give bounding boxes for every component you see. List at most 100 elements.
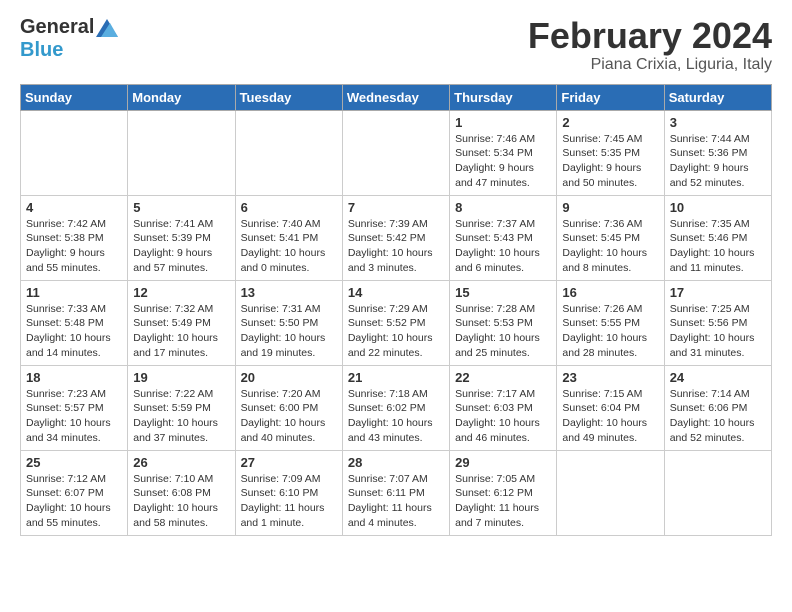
header-saturday: Saturday <box>664 84 771 110</box>
day-cell: 2 Sunrise: 7:45 AMSunset: 5:35 PMDaylight… <box>557 110 664 195</box>
day-cell: 4 Sunrise: 7:42 AMSunset: 5:38 PMDaylight… <box>21 195 128 280</box>
day-number: 10 <box>670 200 766 215</box>
day-info: Sunrise: 7:46 AMSunset: 5:34 PMDaylight:… <box>455 132 551 191</box>
day-number: 26 <box>133 455 229 470</box>
calendar-subtitle: Piana Crixia, Liguria, Italy <box>528 56 772 74</box>
week-row-1: 4 Sunrise: 7:42 AMSunset: 5:38 PMDaylight… <box>21 195 772 280</box>
day-cell: 14 Sunrise: 7:29 AMSunset: 5:52 PMDayligh… <box>342 280 449 365</box>
day-info: Sunrise: 7:20 AMSunset: 6:00 PMDaylight:… <box>241 387 337 446</box>
day-cell: 5 Sunrise: 7:41 AMSunset: 5:39 PMDaylight… <box>128 195 235 280</box>
day-number: 22 <box>455 370 551 385</box>
day-info: Sunrise: 7:05 AMSunset: 6:12 PMDaylight:… <box>455 472 551 531</box>
day-info: Sunrise: 7:22 AMSunset: 5:59 PMDaylight:… <box>133 387 229 446</box>
day-number: 2 <box>562 115 658 130</box>
day-cell: 13Sunrise: 7:31 AMSunset: 5:50 PMDayligh… <box>235 280 342 365</box>
day-cell <box>557 450 664 535</box>
day-cell: 26 Sunrise: 7:10 AMSunset: 6:08 PMDayligh… <box>128 450 235 535</box>
header-tuesday: Tuesday <box>235 84 342 110</box>
day-cell: 8 Sunrise: 7:37 AMSunset: 5:43 PMDaylight… <box>450 195 557 280</box>
day-number: 29 <box>455 455 551 470</box>
day-cell: 12Sunrise: 7:32 AMSunset: 5:49 PMDayligh… <box>128 280 235 365</box>
day-info: Sunrise: 7:35 AMSunset: 5:46 PMDaylight:… <box>670 217 766 276</box>
day-number: 14 <box>348 285 444 300</box>
day-number: 16 <box>562 285 658 300</box>
day-number: 23 <box>562 370 658 385</box>
day-number: 4 <box>26 200 122 215</box>
calendar-table: Sunday Monday Tuesday Wednesday Thursday… <box>20 84 772 536</box>
day-cell: 10 Sunrise: 7:35 AMSunset: 5:46 PMDayligh… <box>664 195 771 280</box>
week-row-4: 25Sunrise: 7:12 AMSunset: 6:07 PMDayligh… <box>21 450 772 535</box>
day-cell: 9 Sunrise: 7:36 AMSunset: 5:45 PMDaylight… <box>557 195 664 280</box>
day-cell: 27 Sunrise: 7:09 AMSunset: 6:10 PMDayligh… <box>235 450 342 535</box>
day-number: 20 <box>241 370 337 385</box>
day-info: Sunrise: 7:33 AMSunset: 5:48 PMDaylight:… <box>26 302 122 361</box>
day-cell <box>21 110 128 195</box>
logo: General Blue <box>20 16 118 62</box>
day-info: Sunrise: 7:45 AMSunset: 5:35 PMDaylight:… <box>562 132 658 191</box>
calendar-title: February 2024 <box>528 16 772 56</box>
day-cell: 6Sunrise: 7:40 AMSunset: 5:41 PMDaylight… <box>235 195 342 280</box>
day-info: Sunrise: 7:28 AMSunset: 5:53 PMDaylight:… <box>455 302 551 361</box>
logo-icon <box>96 19 118 37</box>
day-number: 11 <box>26 285 122 300</box>
day-number: 28 <box>348 455 444 470</box>
week-row-3: 18 Sunrise: 7:23 AMSunset: 5:57 PMDayligh… <box>21 365 772 450</box>
day-info: Sunrise: 7:18 AMSunset: 6:02 PMDaylight:… <box>348 387 444 446</box>
day-info: Sunrise: 7:39 AMSunset: 5:42 PMDaylight:… <box>348 217 444 276</box>
title-block: February 2024 Piana Crixia, Liguria, Ita… <box>528 16 772 74</box>
page: General Blue February 2024 Piana Crixia,… <box>0 0 792 552</box>
day-cell: 16 Sunrise: 7:26 AMSunset: 5:55 PMDayligh… <box>557 280 664 365</box>
day-cell: 20 Sunrise: 7:20 AMSunset: 6:00 PMDayligh… <box>235 365 342 450</box>
day-cell <box>664 450 771 535</box>
weekday-header-row: Sunday Monday Tuesday Wednesday Thursday… <box>21 84 772 110</box>
day-cell: 21Sunrise: 7:18 AMSunset: 6:02 PMDayligh… <box>342 365 449 450</box>
day-info: Sunrise: 7:37 AMSunset: 5:43 PMDaylight:… <box>455 217 551 276</box>
day-cell: 3 Sunrise: 7:44 AMSunset: 5:36 PMDaylight… <box>664 110 771 195</box>
day-info: Sunrise: 7:12 AMSunset: 6:07 PMDaylight:… <box>26 472 122 531</box>
day-info: Sunrise: 7:17 AMSunset: 6:03 PMDaylight:… <box>455 387 551 446</box>
day-info: Sunrise: 7:15 AMSunset: 6:04 PMDaylight:… <box>562 387 658 446</box>
day-info: Sunrise: 7:41 AMSunset: 5:39 PMDaylight:… <box>133 217 229 276</box>
day-info: Sunrise: 7:07 AMSunset: 6:11 PMDaylight:… <box>348 472 444 531</box>
day-info: Sunrise: 7:42 AMSunset: 5:38 PMDaylight:… <box>26 217 122 276</box>
day-number: 18 <box>26 370 122 385</box>
day-cell: 22 Sunrise: 7:17 AMSunset: 6:03 PMDayligh… <box>450 365 557 450</box>
day-number: 6 <box>241 200 337 215</box>
header-monday: Monday <box>128 84 235 110</box>
day-cell: 11 Sunrise: 7:33 AMSunset: 5:48 PMDayligh… <box>21 280 128 365</box>
day-number: 27 <box>241 455 337 470</box>
day-number: 3 <box>670 115 766 130</box>
day-number: 5 <box>133 200 229 215</box>
day-info: Sunrise: 7:44 AMSunset: 5:36 PMDaylight:… <box>670 132 766 191</box>
day-cell: 23 Sunrise: 7:15 AMSunset: 6:04 PMDayligh… <box>557 365 664 450</box>
logo-general-text: General <box>20 16 94 39</box>
day-number: 7 <box>348 200 444 215</box>
day-cell: 28 Sunrise: 7:07 AMSunset: 6:11 PMDayligh… <box>342 450 449 535</box>
day-number: 19 <box>133 370 229 385</box>
day-number: 13 <box>241 285 337 300</box>
day-cell: 29 Sunrise: 7:05 AMSunset: 6:12 PMDayligh… <box>450 450 557 535</box>
day-info: Sunrise: 7:36 AMSunset: 5:45 PMDaylight:… <box>562 217 658 276</box>
day-number: 1 <box>455 115 551 130</box>
day-number: 8 <box>455 200 551 215</box>
day-info: Sunrise: 7:09 AMSunset: 6:10 PMDaylight:… <box>241 472 337 531</box>
day-info: Sunrise: 7:23 AMSunset: 5:57 PMDaylight:… <box>26 387 122 446</box>
header-wednesday: Wednesday <box>342 84 449 110</box>
day-cell: 19 Sunrise: 7:22 AMSunset: 5:59 PMDayligh… <box>128 365 235 450</box>
day-cell <box>235 110 342 195</box>
day-info: Sunrise: 7:32 AMSunset: 5:49 PMDaylight:… <box>133 302 229 361</box>
day-cell: 15 Sunrise: 7:28 AMSunset: 5:53 PMDayligh… <box>450 280 557 365</box>
logo-blue-text: Blue <box>20 39 63 62</box>
week-row-2: 11 Sunrise: 7:33 AMSunset: 5:48 PMDayligh… <box>21 280 772 365</box>
day-cell: 17Sunrise: 7:25 AMSunset: 5:56 PMDayligh… <box>664 280 771 365</box>
day-number: 17 <box>670 285 766 300</box>
day-number: 9 <box>562 200 658 215</box>
week-row-0: 1 Sunrise: 7:46 AMSunset: 5:34 PMDaylight… <box>21 110 772 195</box>
day-number: 15 <box>455 285 551 300</box>
day-cell: 1 Sunrise: 7:46 AMSunset: 5:34 PMDaylight… <box>450 110 557 195</box>
day-cell: 7 Sunrise: 7:39 AMSunset: 5:42 PMDaylight… <box>342 195 449 280</box>
day-info: Sunrise: 7:10 AMSunset: 6:08 PMDaylight:… <box>133 472 229 531</box>
day-info: Sunrise: 7:29 AMSunset: 5:52 PMDaylight:… <box>348 302 444 361</box>
day-info: Sunrise: 7:26 AMSunset: 5:55 PMDaylight:… <box>562 302 658 361</box>
day-cell: 24Sunrise: 7:14 AMSunset: 6:06 PMDayligh… <box>664 365 771 450</box>
